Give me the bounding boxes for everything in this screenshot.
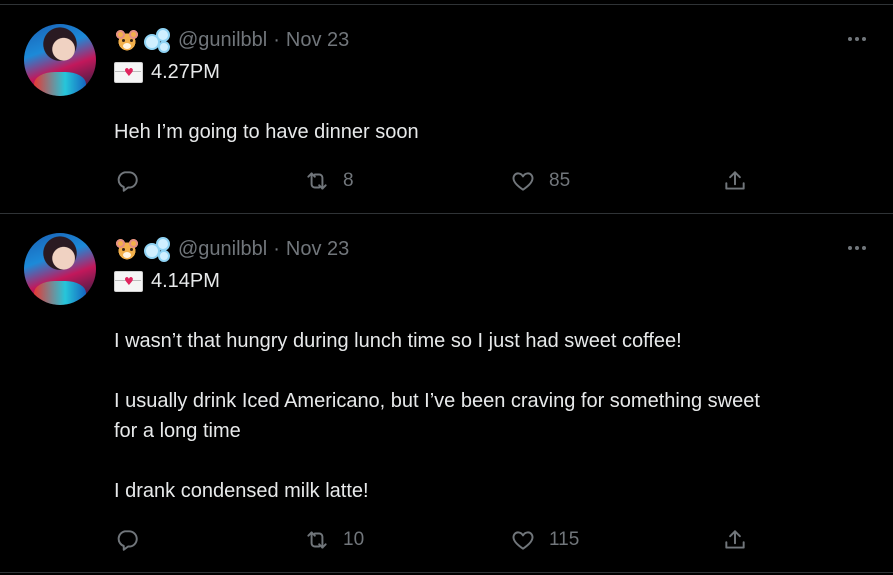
time-line: ♥ 4.14PM — [114, 266, 220, 296]
user-handle[interactable]: @gunilbbl — [178, 238, 267, 261]
tweet-time-text: 4.14PM — [151, 270, 220, 292]
share-icon — [725, 171, 745, 190]
reply-button[interactable] — [114, 525, 140, 555]
tweet-header: @gunilbbl · Nov 23 — [114, 25, 349, 55]
tweet-date[interactable]: Nov 23 — [286, 238, 349, 261]
more-dots-icon[interactable] — [845, 29, 869, 49]
hamster-face-icon — [114, 28, 140, 52]
reply-icon — [117, 530, 138, 551]
tweet-body-line: I wasn’t that hungry during lunch time s… — [114, 330, 682, 352]
retweet-icon — [307, 172, 327, 190]
like-button[interactable]: 115 — [510, 525, 579, 555]
avatar-shirt — [34, 72, 86, 96]
like-heart-icon — [512, 531, 534, 550]
like-count: 115 — [549, 529, 580, 550]
retweet-button[interactable]: 10 — [304, 525, 364, 555]
divider — [0, 213, 893, 214]
time-line: ♥ 4.27PM — [114, 57, 220, 87]
hamster-face-icon — [114, 237, 140, 261]
tweet-date[interactable]: Nov 23 — [286, 29, 349, 52]
user-handle[interactable]: @gunilbbl — [178, 29, 267, 52]
tweet-body-line: I usually drink Iced Americano, but I’ve… — [114, 390, 760, 412]
retweet-count: 10 — [343, 529, 365, 550]
love-letter-icon: ♥ — [114, 270, 143, 292]
reply-button[interactable] — [114, 166, 140, 196]
reply-icon — [117, 171, 138, 192]
like-heart-icon — [512, 172, 534, 191]
action-bar: 10 115 — [114, 525, 754, 555]
tweet-body-line: Heh I’m going to have dinner soon — [114, 121, 419, 143]
retweet-count: 8 — [343, 170, 354, 191]
bubbles-icon — [142, 28, 172, 53]
tweet-body-line: I drank condensed milk latte! — [114, 480, 369, 502]
like-button[interactable]: 85 — [510, 166, 570, 196]
like-count: 85 — [549, 170, 571, 191]
divider — [0, 572, 893, 573]
more-dots-icon[interactable] — [845, 238, 869, 258]
separator-dot: · — [273, 28, 280, 51]
share-button[interactable] — [722, 525, 748, 555]
avatar[interactable] — [24, 24, 96, 96]
share-button[interactable] — [722, 166, 748, 196]
action-bar: 8 85 — [114, 166, 754, 196]
tweet-feed: @gunilbbl · Nov 23 ♥ 4.27PM Heh I’m goin… — [0, 0, 893, 575]
separator-dot: · — [273, 237, 280, 260]
divider — [0, 4, 893, 5]
tweet-body-line: for a long time — [114, 420, 241, 442]
tweet-header: @gunilbbl · Nov 23 — [114, 234, 349, 264]
avatar-shirt — [34, 281, 86, 305]
avatar[interactable] — [24, 233, 96, 305]
retweet-button[interactable]: 8 — [304, 166, 354, 196]
retweet-icon — [307, 531, 327, 549]
share-icon — [725, 530, 745, 549]
tweet-time-text: 4.27PM — [151, 61, 220, 83]
bubbles-icon — [142, 237, 172, 262]
love-letter-icon: ♥ — [114, 61, 143, 83]
